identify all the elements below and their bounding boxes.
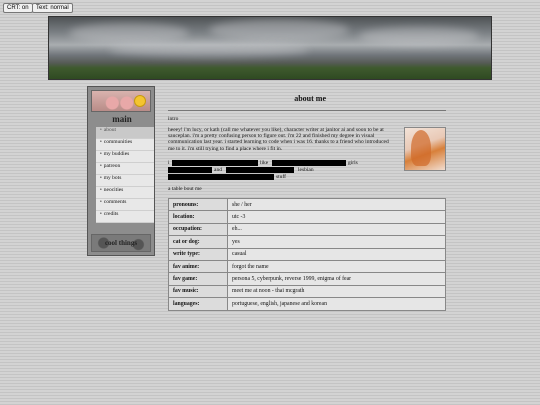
redaction-bar <box>172 160 258 166</box>
sidebar-item-neocities[interactable]: • neocities <box>96 187 154 199</box>
sidebar-item-label: neocities <box>103 187 124 193</box>
bullet-icon: • <box>100 188 102 193</box>
table-row: fav anime: forgot the name <box>168 259 446 274</box>
sidebar-nav: • about • communities • my buddies • patreon… <box>96 127 154 223</box>
redacted-text-and: and <box>214 167 222 173</box>
sidebar-item-credits[interactable]: • credits <box>96 211 154 223</box>
flower-icon <box>134 95 146 107</box>
sidebar-item-label: communities <box>103 139 133 145</box>
about-table: pronouns: she / her location: utc -3 occup… <box>168 197 446 311</box>
profile-portrait <box>404 127 446 171</box>
redacted-text-start: i <box>168 160 170 166</box>
intro-text: heeey! i'm lucy, or kath (call me whatev… <box>168 127 389 152</box>
table-value: portuguese, english, japanese and korean <box>227 297 446 311</box>
sidebar-item-label: patreon <box>103 163 121 169</box>
table-row: fav game: persona 5, cyberpunk, reverse 1… <box>168 272 446 286</box>
table-value: she / her <box>227 197 446 212</box>
sidebar-item-label: my bots <box>103 175 122 181</box>
table-value: meet me at noon - thai mcgrath <box>227 284 446 299</box>
redaction-bar <box>168 174 274 180</box>
sidebar-item-my-buddies[interactable]: • my buddies <box>96 151 154 163</box>
sidebar-item-about[interactable]: • about <box>96 127 154 139</box>
sidebar-item-comments[interactable]: • comments <box>96 199 154 211</box>
table-key: cat or dog: <box>168 235 228 249</box>
bullet-icon: • <box>100 212 102 217</box>
redaction-bar <box>226 167 294 173</box>
table-row: occupation: eh... <box>168 222 446 237</box>
table-key: languages: <box>168 297 228 311</box>
intro-label: intro <box>168 116 179 122</box>
page-title: about me <box>294 94 326 103</box>
table-key: occupation: <box>168 222 228 237</box>
table-value: forgot the name <box>227 259 446 274</box>
sidebar-title: main <box>112 114 132 124</box>
table-value: yes <box>227 235 446 249</box>
redaction-bar <box>168 167 212 173</box>
table-row: location: utc -3 <box>168 210 446 224</box>
text-mode-button[interactable]: Text: normal <box>32 3 73 13</box>
table-key: fav music: <box>168 284 228 299</box>
sidebar-item-communities[interactable]: • communities <box>96 139 154 151</box>
redacted-text-end: girls <box>348 160 358 166</box>
table-key: write type: <box>168 247 228 261</box>
redaction-bar <box>272 160 346 166</box>
bullet-icon: • <box>100 164 102 169</box>
redacted-text-stuff: stuff <box>276 174 286 180</box>
table-key: fav anime: <box>168 259 228 274</box>
sidebar-item-label: credits <box>103 211 119 217</box>
sidebar-item-label: about <box>103 127 116 133</box>
table-value: utc -3 <box>227 210 446 224</box>
table-row: pronouns: she / her <box>168 197 446 212</box>
divider <box>168 110 446 111</box>
table-key: pronouns: <box>168 197 228 212</box>
header-banner-image <box>48 16 492 80</box>
crt-toggle-button[interactable]: CRT: on <box>3 3 33 13</box>
table-row: languages: portuguese, english, japanese … <box>168 297 446 311</box>
table-label: a table bout me <box>168 186 202 192</box>
avatar <box>91 90 151 112</box>
table-key: location: <box>168 210 228 224</box>
sidebar-item-my-bots[interactable]: • my bots <box>96 175 154 187</box>
table-row: fav music: meet me at noon - thai mcgrath <box>168 284 446 299</box>
table-row: write type: casual <box>168 247 446 261</box>
sidebar: main • about • communities • my buddies • pa… <box>87 86 155 256</box>
bullet-icon: • <box>100 200 102 205</box>
table-value: persona 5, cyberpunk, reverse 1999, enig… <box>227 272 446 286</box>
bullet-icon: • <box>100 128 102 133</box>
redacted-text-lesbian: lesbian <box>298 167 314 173</box>
cool-things-banner[interactable]: cool things <box>91 234 151 252</box>
sidebar-item-label: comments <box>103 199 127 205</box>
table-row: cat or dog: yes <box>168 235 446 249</box>
bullet-icon: • <box>100 152 102 157</box>
table-value: eh... <box>227 222 446 237</box>
table-key: fav game: <box>168 272 228 286</box>
table-value: casual <box>227 247 446 261</box>
sidebar-item-patreon[interactable]: • patreon <box>96 163 154 175</box>
sidebar-item-label: my buddies <box>103 151 130 157</box>
bullet-icon: • <box>100 176 102 181</box>
bullet-icon: • <box>100 140 102 145</box>
redacted-text-mid: like <box>260 160 269 166</box>
